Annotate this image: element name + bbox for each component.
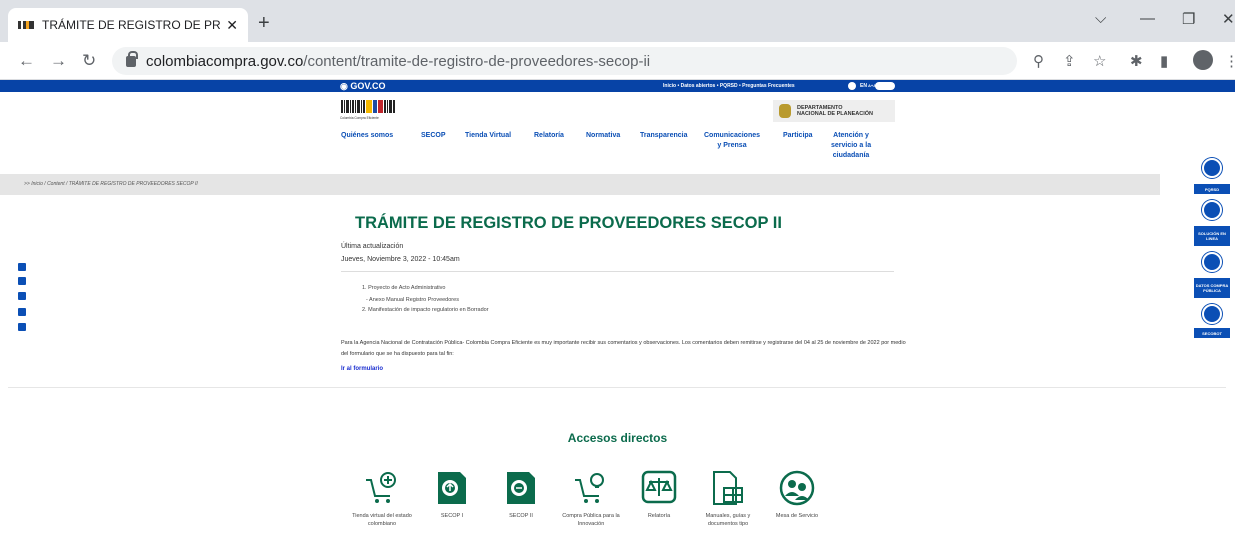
tab-search-icon[interactable]: ⌵ — [1095, 10, 1106, 27]
gov-bar — [0, 80, 1235, 92]
extensions-icon[interactable]: ✱ — [1130, 52, 1143, 70]
menu-label: Atención y — [833, 132, 869, 139]
profile-avatar[interactable] — [1193, 50, 1213, 70]
restore-icon[interactable]: ❐ — [1182, 10, 1195, 28]
tab-close-icon[interactable]: ✕ — [226, 17, 238, 34]
govco-logo[interactable]: ◉ GOV.CO — [340, 80, 386, 92]
minimize-icon[interactable]: — — [1140, 10, 1155, 27]
support-people-icon[interactable] — [779, 470, 815, 506]
menu-relatoria[interactable]: Relatoría — [534, 131, 564, 141]
list-item-acto-administrativo[interactable]: 1. Proyecto de Acto Administrativo — [362, 285, 445, 291]
acceso-label[interactable]: SECOP II — [486, 512, 556, 520]
back-icon[interactable]: ← — [18, 51, 35, 71]
dnp-line2: NACIONAL DE PLANEACIÓN — [797, 111, 873, 117]
menu-label: SECOP — [421, 132, 446, 139]
close-window-icon[interactable]: ✕ — [1222, 10, 1235, 28]
pqrsd-button[interactable]: PQRSD — [1194, 184, 1230, 194]
update-label: Última actualización — [341, 243, 404, 250]
colombia-seal-icon — [779, 104, 791, 118]
search-icon[interactable] — [848, 82, 856, 90]
menu-comunicaciones[interactable]: Comunicaciones y Prensa — [704, 131, 760, 151]
menu-label-line2: servicio a la — [831, 142, 872, 149]
browser-tab-strip: TRÁMITE DE REGISTRO DE PROV ✕ + ⌵ — ❐ ✕ — [0, 0, 1235, 42]
menu-dots-icon[interactable]: ⋮ — [1224, 52, 1235, 70]
chatbot-icon[interactable] — [1202, 304, 1222, 324]
cart-bulb-icon[interactable] — [573, 470, 609, 506]
gov-top-links[interactable]: Inicio • Datos abiertos • PQRSD • Pregun… — [663, 80, 795, 92]
browser-tab[interactable]: TRÁMITE DE REGISTRO DE PROV ✕ — [8, 8, 248, 42]
menu-secop[interactable]: SECOP — [421, 131, 446, 141]
divider — [341, 271, 894, 272]
menu-label: Relatoría — [534, 132, 564, 139]
pqrsd-icon[interactable] — [1202, 158, 1222, 178]
lightbulb-icon[interactable] — [1202, 200, 1222, 220]
dnp-logo[interactable]: DEPARTAMENTO NACIONAL DE PLANEACIÓN — [773, 100, 895, 122]
menu-normativa[interactable]: Normativa — [586, 131, 620, 141]
forward-icon[interactable]: → — [50, 51, 67, 71]
language-toggle[interactable]: EN — [860, 80, 867, 92]
comments-paragraph: Para la Agencia Nacional de Contratación… — [341, 340, 906, 357]
colombia-compra-logo[interactable]: Colombia Compra Eficiente — [340, 99, 398, 121]
acceso-label[interactable]: Mesa de Servicio — [762, 512, 832, 520]
address-bar[interactable]: colombiacompra.gov.co/content/tramite-de… — [112, 47, 1017, 75]
list-item-anexo-manual[interactable]: - Anexo Manual Registro Proveedores — [366, 297, 459, 303]
list-item-impacto-regulatorio[interactable]: 2. Manifestación de impacto regulatorio … — [362, 307, 489, 313]
reload-icon[interactable]: ↻ — [82, 51, 96, 71]
menu-label: Normativa — [586, 132, 621, 139]
page-title: TRÁMITE DE REGISTRO DE PROVEEDORES SECOP… — [355, 214, 782, 232]
youtube-icon[interactable] — [18, 308, 26, 316]
menu-label: Participa — [783, 132, 813, 139]
url-path: /content/tramite-de-registro-de-proveedo… — [303, 52, 651, 70]
document-secop2-icon[interactable] — [503, 470, 539, 506]
data-chart-icon[interactable] — [1202, 252, 1222, 272]
menu-tienda-virtual[interactable]: Tienda Virtual — [465, 131, 511, 141]
acceso-label[interactable]: Relatoría — [624, 512, 694, 520]
menu-label-line2: y Prensa — [717, 142, 747, 149]
accesos-directos-title: Accesos directos — [567, 431, 668, 445]
browser-toolbar: ← → ↻ colombiacompra.gov.co/content/tram… — [0, 42, 1235, 80]
lock-icon — [126, 50, 138, 67]
menu-transparencia[interactable]: Transparencia — [640, 131, 687, 141]
document-grid-icon[interactable] — [710, 470, 746, 506]
contrast-toggle[interactable] — [875, 82, 895, 90]
zoom-icon[interactable]: ⚲ — [1033, 52, 1044, 70]
menu-atencion[interactable]: Atención y servicio a la ciudadanía — [831, 131, 871, 161]
facebook-icon[interactable] — [18, 263, 26, 271]
section-divider — [8, 387, 1226, 388]
document-secop1-icon[interactable] — [434, 470, 470, 506]
menu-label: Tienda Virtual — [465, 132, 512, 139]
rss-icon[interactable] — [18, 323, 26, 331]
linkedin-icon[interactable] — [18, 292, 26, 300]
menu-label: Comunicaciones — [704, 132, 761, 139]
share-icon[interactable]: ⇪ — [1063, 52, 1076, 70]
breadcrumb[interactable]: >> Inicio / Content / TRÁMITE DE REGISTR… — [24, 181, 198, 187]
tab-title: TRÁMITE DE REGISTRO DE PROV — [42, 18, 221, 32]
new-tab-button[interactable]: + — [258, 12, 270, 35]
svg-text:Colombia Compra Eficiente: Colombia Compra Eficiente — [340, 116, 379, 120]
menu-label-line3: ciudadanía — [832, 152, 870, 159]
solucion-en-linea-button[interactable]: SOLUCIÓN EN LINEA — [1194, 226, 1230, 246]
menu-label: Quiénes somos — [341, 132, 394, 139]
cart-plus-icon[interactable] — [364, 470, 400, 506]
url-host: colombiacompra.gov.co — [146, 52, 304, 70]
favicon-icon — [18, 21, 34, 29]
acceso-label[interactable]: Compra Pública para la Innovación — [556, 512, 626, 528]
menu-quienes-somos[interactable]: Quiénes somos — [341, 131, 393, 141]
bookmark-star-icon[interactable]: ☆ — [1093, 52, 1106, 70]
side-panel-icon[interactable]: ▮ — [1160, 52, 1168, 70]
acceso-label[interactable]: Tienda virtual del estado colombiano — [347, 512, 417, 528]
secobot-button[interactable]: SECOBOT — [1194, 328, 1230, 338]
datos-compra-publica-button[interactable]: DATOS COMPRA PÚBLICA — [1194, 278, 1230, 298]
menu-participa[interactable]: Participa — [783, 131, 813, 141]
menu-label: Transparencia — [640, 132, 688, 139]
acceso-label[interactable]: Manuales, guías y documentos tipo — [693, 512, 763, 528]
twitter-icon[interactable] — [18, 277, 26, 285]
form-link[interactable]: Ir al formulario — [341, 366, 383, 372]
update-date: Jueves, Noviembre 3, 2022 - 10:45am — [341, 256, 460, 263]
govco-logo-text: GOV.CO — [350, 81, 386, 91]
acceso-label[interactable]: SECOP I — [417, 512, 487, 520]
balance-icon[interactable] — [641, 470, 677, 506]
